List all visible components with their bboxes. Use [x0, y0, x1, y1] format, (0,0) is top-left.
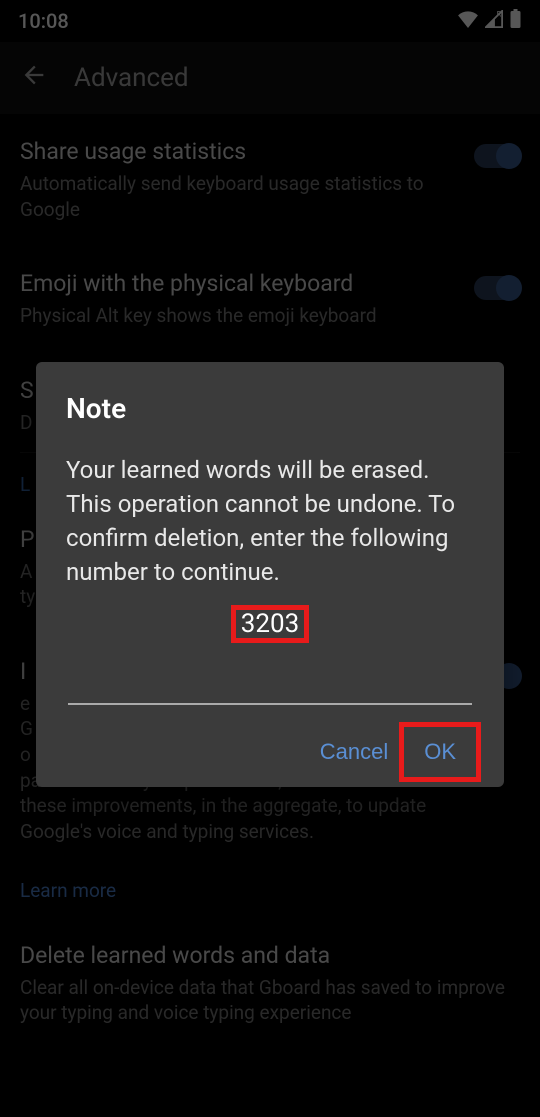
- ok-button[interactable]: OK: [406, 729, 474, 775]
- confirm-dialog: Note Your learned words will be erased. …: [36, 362, 504, 787]
- confirmation-number: 3203: [233, 607, 307, 641]
- dialog-actions: Cancel OK: [66, 729, 474, 775]
- dialog-message: Your learned words will be erased. This …: [66, 453, 474, 589]
- cancel-button[interactable]: Cancel: [302, 729, 406, 775]
- confirmation-input[interactable]: [68, 669, 472, 705]
- dialog-title: Note: [66, 392, 474, 425]
